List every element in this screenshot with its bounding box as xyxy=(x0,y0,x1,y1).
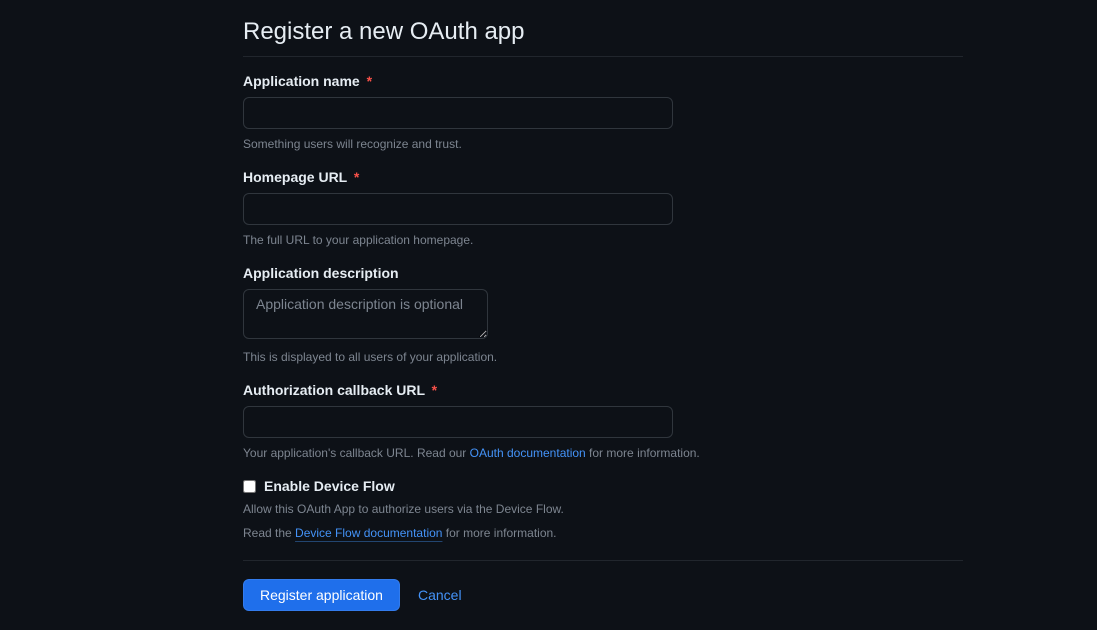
required-marker: * xyxy=(354,169,359,185)
help-prefix: Your application's callback URL. Read ou… xyxy=(243,446,470,460)
form-divider xyxy=(243,560,963,561)
form-group-app-description: Application description This is displaye… xyxy=(243,265,963,366)
homepage-url-input[interactable] xyxy=(243,193,673,225)
required-marker: * xyxy=(367,73,372,89)
callback-url-label: Authorization callback URL * xyxy=(243,382,963,398)
cancel-link[interactable]: Cancel xyxy=(418,587,462,603)
app-description-textarea[interactable] xyxy=(243,289,488,339)
help-suffix: for more information. xyxy=(586,446,700,460)
device-flow-help-line2: Read the Device Flow documentation for m… xyxy=(243,524,963,542)
form-group-callback-url: Authorization callback URL * Your applic… xyxy=(243,382,963,462)
callback-url-input[interactable] xyxy=(243,406,673,438)
form-group-app-name: Application name * Something users will … xyxy=(243,73,963,153)
form-group-homepage-url: Homepage URL * The full URL to your appl… xyxy=(243,169,963,249)
device-flow-label: Enable Device Flow xyxy=(264,478,395,494)
help-suffix: for more information. xyxy=(442,526,556,540)
oauth-app-form: Register a new OAuth app Application nam… xyxy=(243,0,963,611)
homepage-url-label: Homepage URL * xyxy=(243,169,963,185)
label-text: Authorization callback URL xyxy=(243,382,425,398)
app-name-label: Application name * xyxy=(243,73,963,89)
app-name-input[interactable] xyxy=(243,97,673,129)
oauth-docs-link[interactable]: OAuth documentation xyxy=(470,446,586,460)
device-flow-help-line1: Allow this OAuth App to authorize users … xyxy=(243,500,963,518)
register-application-button[interactable]: Register application xyxy=(243,579,400,611)
callback-url-help: Your application's callback URL. Read ou… xyxy=(243,444,963,462)
app-description-label: Application description xyxy=(243,265,963,281)
page-title: Register a new OAuth app xyxy=(243,18,963,57)
device-flow-checkbox-row: Enable Device Flow xyxy=(243,478,963,494)
app-description-help: This is displayed to all users of your a… xyxy=(243,348,963,366)
homepage-url-help: The full URL to your application homepag… xyxy=(243,231,963,249)
label-text: Homepage URL xyxy=(243,169,347,185)
app-name-help: Something users will recognize and trust… xyxy=(243,135,963,153)
device-flow-checkbox[interactable] xyxy=(243,480,256,493)
form-actions: Register application Cancel xyxy=(243,579,963,611)
device-flow-docs-link[interactable]: Device Flow documentation xyxy=(295,526,442,540)
help-prefix: Read the xyxy=(243,526,295,540)
label-text: Application name xyxy=(243,73,360,89)
form-group-device-flow: Enable Device Flow Allow this OAuth App … xyxy=(243,478,963,542)
required-marker: * xyxy=(432,382,437,398)
